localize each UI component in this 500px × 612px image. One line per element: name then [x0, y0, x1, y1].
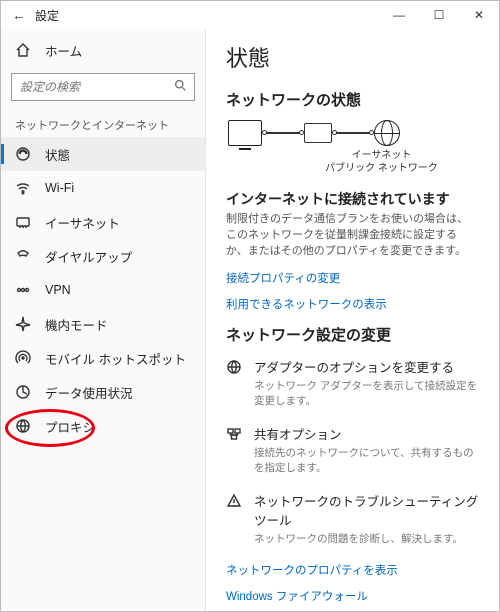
- sidebar-item-label: モバイル ホットスポット: [45, 349, 186, 368]
- diagram-label: イーサネット パブリック ネットワーク: [282, 150, 481, 175]
- home-label: ホーム: [45, 41, 82, 60]
- trouble-icon: [226, 493, 242, 509]
- maximize-button[interactable]: ☐: [419, 1, 459, 29]
- search-input[interactable]: [11, 73, 195, 101]
- globe-icon: [374, 120, 400, 146]
- window-title: 設定: [31, 7, 59, 24]
- sidebar-item-label: プロキシ: [45, 417, 95, 436]
- sidebar-item-wifi[interactable]: Wi-Fi: [1, 171, 205, 205]
- setting-row-title: アダプターのオプションを変更する: [254, 357, 481, 376]
- sidebar-item-proxy[interactable]: プロキシ: [1, 409, 205, 443]
- settings-link[interactable]: ネットワークのプロパティを表示: [226, 562, 481, 578]
- setting-row-desc: 接続先のネットワークについて、共有するものを指定します。: [254, 445, 481, 475]
- hotspot-icon: [15, 350, 31, 366]
- minimize-button[interactable]: —: [379, 1, 419, 29]
- sidebar-item-label: 機内モード: [45, 315, 108, 334]
- home-button[interactable]: ホーム: [1, 33, 205, 67]
- laptop-icon: [228, 120, 262, 146]
- close-button[interactable]: ✕: [459, 1, 499, 29]
- sidebar-item-label: イーサネット: [45, 213, 120, 232]
- dialup-icon: [15, 248, 31, 264]
- settings-link[interactable]: Windows ファイアウォール: [226, 588, 481, 604]
- sidebar-item-label: ダイヤルアップ: [45, 247, 132, 266]
- setting-row[interactable]: ネットワークのトラブルシューティング ツールネットワークの問題を診断し、解決しま…: [226, 491, 481, 546]
- connected-title: インターネットに接続されています: [226, 189, 481, 209]
- sidebar-item-usage[interactable]: データ使用状況: [1, 375, 205, 409]
- page-title: 状態: [226, 41, 481, 73]
- net-line-icon: [336, 132, 370, 133]
- content: 状態 ネットワークの状態 イーサネット パブリック ネットワーク インターネット…: [206, 29, 499, 611]
- sidebar-item-label: データ使用状況: [45, 383, 133, 402]
- status-icon: [15, 146, 31, 162]
- link-available-networks[interactable]: 利用できるネットワークの表示: [226, 296, 481, 312]
- sidebar-item-label: Wi-Fi: [45, 181, 74, 195]
- setting-row[interactable]: 共有オプション接続先のネットワークについて、共有するものを指定します。: [226, 424, 481, 475]
- section-change-settings: ネットワーク設定の変更: [226, 324, 481, 345]
- sidebar-item-label: VPN: [45, 283, 71, 297]
- usage-icon: [15, 384, 31, 400]
- back-button[interactable]: ←: [7, 7, 31, 23]
- network-diagram: [228, 120, 481, 146]
- link-connection-properties[interactable]: 接続プロパティの変更: [226, 270, 481, 286]
- sidebar: ホーム ネットワークとインターネット 状態 Wi-Fi イーサネットダイヤルアップ V…: [1, 29, 206, 611]
- vpn-icon: [15, 282, 31, 298]
- connected-body: 制限付きのデータ通信プランをお使いの場合は、このネットワークを従量制課金接続に設…: [226, 212, 476, 260]
- adapter-icon: [226, 359, 242, 375]
- sidebar-item-status[interactable]: 状態: [1, 137, 205, 171]
- sidebar-group-title: ネットワークとインターネット: [1, 107, 205, 137]
- setting-row[interactable]: アダプターのオプションを変更するネットワーク アダプターを表示して接続設定を変更…: [226, 357, 481, 408]
- sidebar-item-label: 状態: [45, 145, 70, 164]
- airplane-icon: [15, 316, 31, 332]
- titlebar: ← 設定 — ☐ ✕: [1, 1, 499, 29]
- wifi-icon: [15, 180, 31, 196]
- net-line-icon: [266, 132, 300, 133]
- section-network-status: ネットワークの状態: [226, 89, 481, 110]
- sidebar-item-hotspot[interactable]: モバイル ホットスポット: [1, 341, 205, 375]
- sidebar-item-dialup[interactable]: ダイヤルアップ: [1, 239, 205, 273]
- setting-row-desc: ネットワークの問題を診断し、解決します。: [254, 531, 481, 546]
- router-icon: [304, 123, 332, 143]
- setting-row-title: ネットワークのトラブルシューティング ツール: [254, 491, 481, 529]
- share-icon: [226, 426, 242, 442]
- ethernet-icon: [15, 214, 31, 230]
- setting-row-title: 共有オプション: [254, 424, 481, 443]
- sidebar-item-ethernet[interactable]: イーサネット: [1, 205, 205, 239]
- sidebar-item-airplane[interactable]: 機内モード: [1, 307, 205, 341]
- search-icon: [174, 79, 187, 95]
- setting-row-desc: ネットワーク アダプターを表示して接続設定を変更します。: [254, 378, 481, 408]
- proxy-icon: [15, 418, 31, 434]
- sidebar-item-vpn[interactable]: VPN: [1, 273, 205, 307]
- home-icon: [15, 42, 31, 58]
